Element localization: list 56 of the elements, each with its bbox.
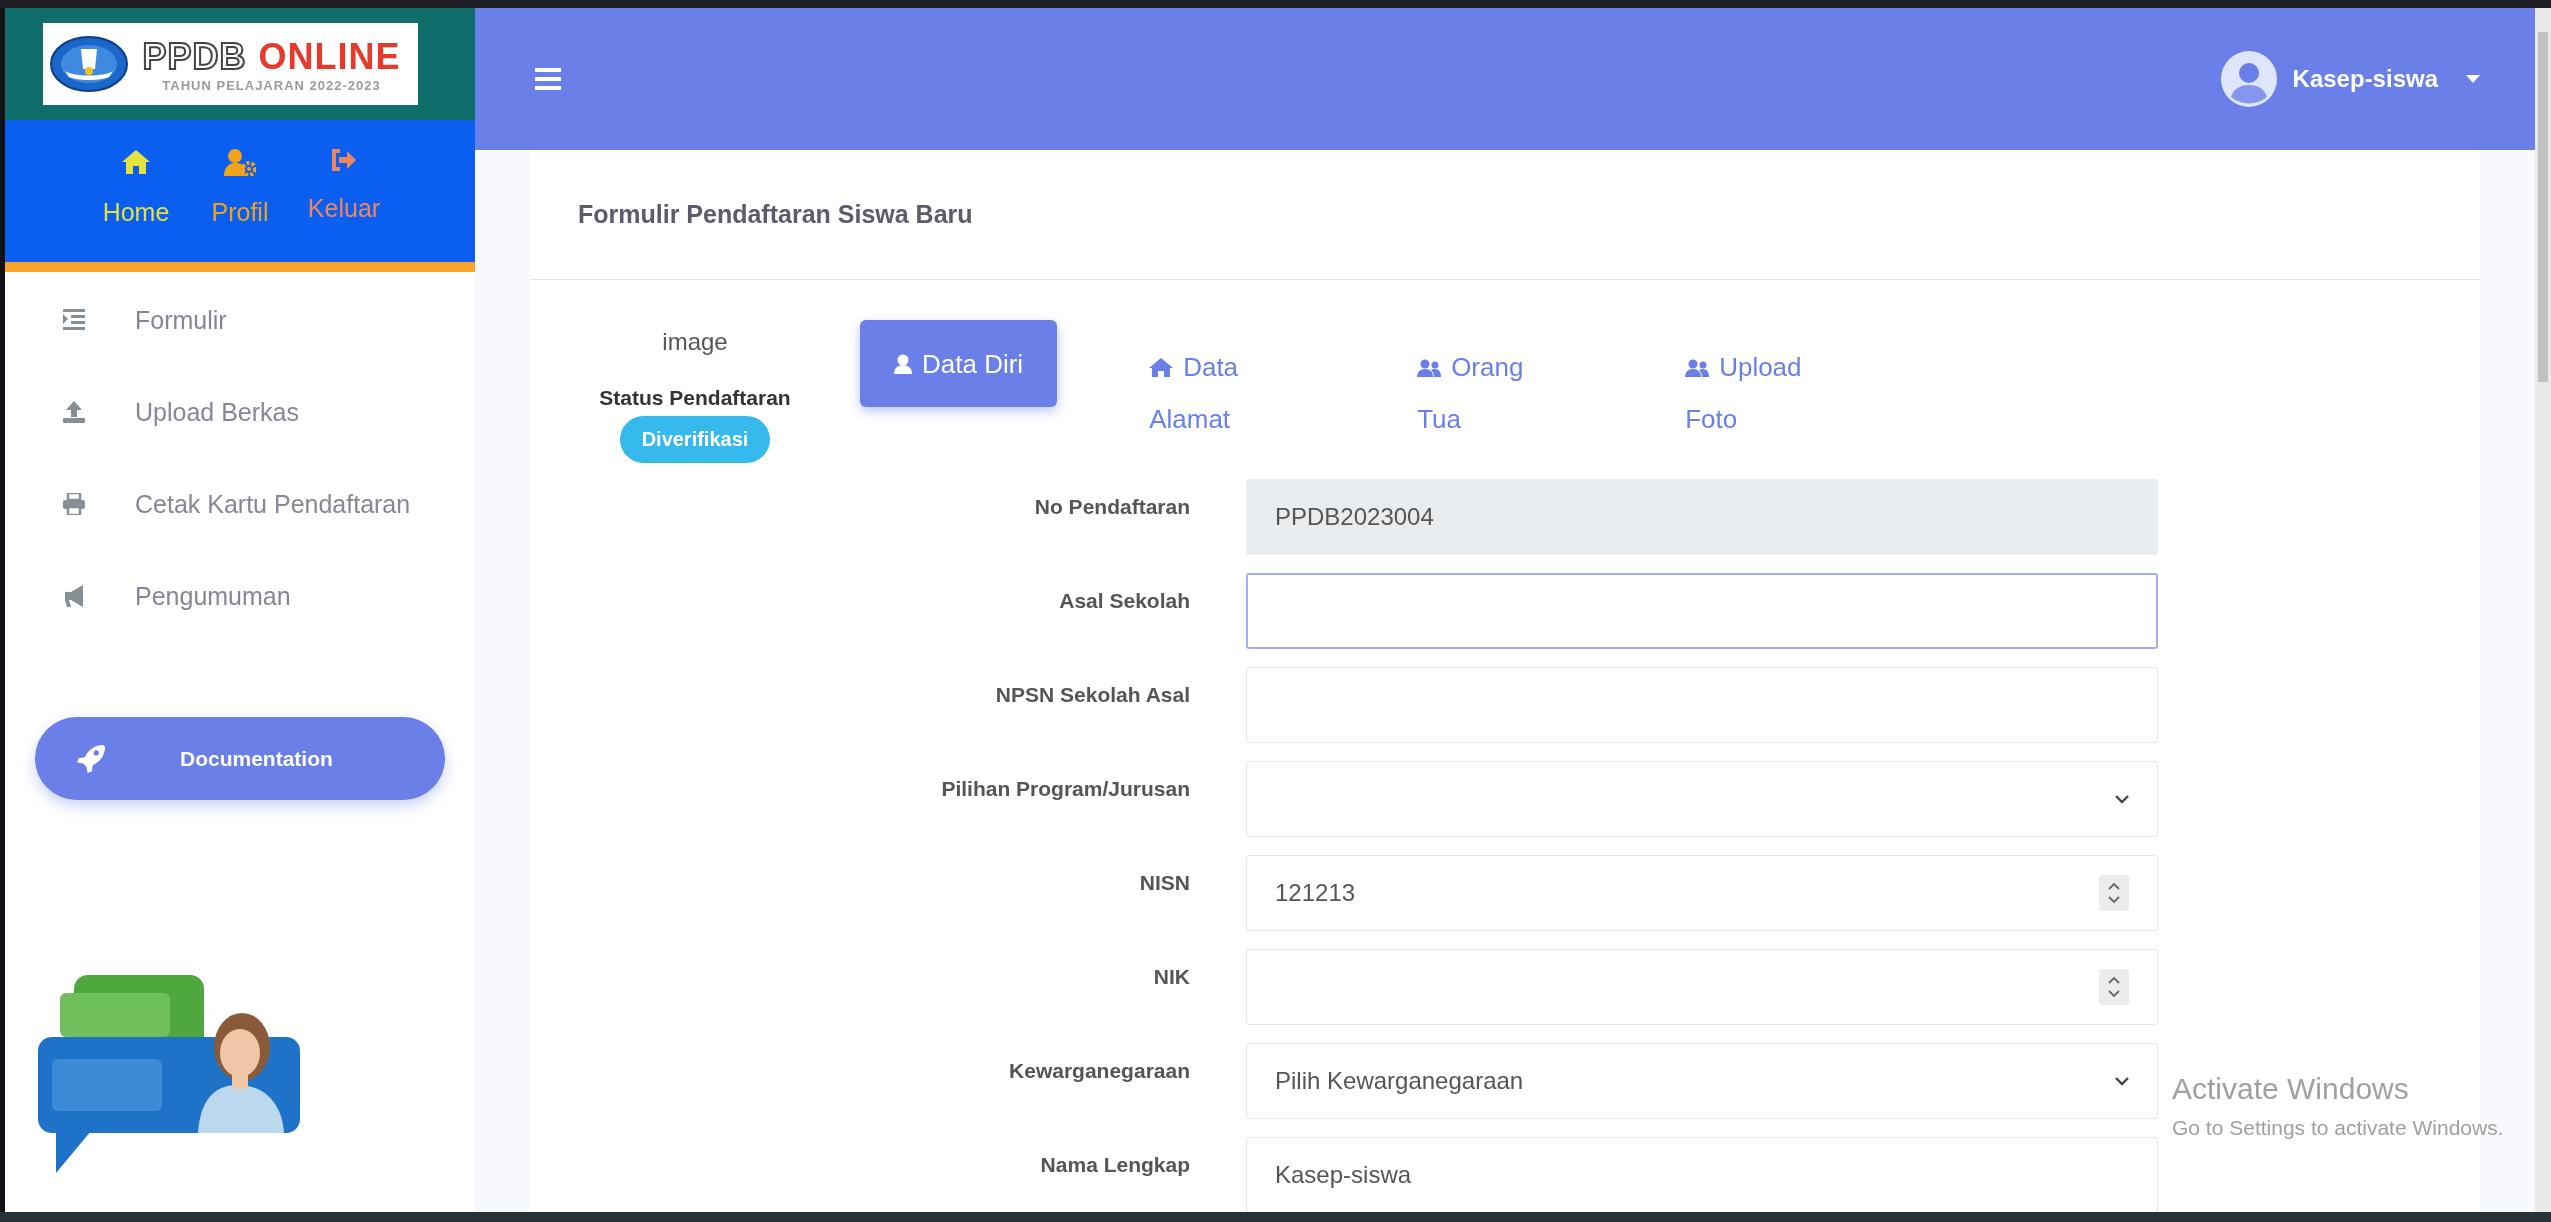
field-label: Pilihan Program/Jurusan (940, 776, 1190, 802)
input-field[interactable]: Kasep-siswa (1246, 1137, 2158, 1212)
card-title: Formulir Pendaftaran Siswa Baru (530, 150, 2480, 280)
users-icon (1417, 359, 1442, 377)
status-label: Status Pendaftaran (599, 386, 791, 410)
logo-subtitle: TAHUN PELAJARAN 2022-2023 (162, 77, 381, 93)
number-field[interactable] (1246, 949, 2158, 1025)
field-label: Kewarganegaraan (1008, 1058, 1190, 1084)
logo[interactable]: PPDB ONLINE TAHUN PELAJARAN 2022-2023 (42, 23, 418, 105)
sidebar-item[interactable]: Formulir (5, 274, 475, 366)
tab[interactable]: Orang Tua (1417, 341, 1558, 445)
activation-notice-text: Go to Settings to activate Windows. (2172, 1116, 2504, 1140)
chevron-down-icon (2115, 794, 2129, 804)
avatar-icon[interactable] (2220, 51, 2277, 107)
menu-icon[interactable] (535, 68, 561, 90)
user-icon (894, 353, 912, 374)
field-label: NIK (1152, 964, 1190, 990)
field-label: No Pendaftaran (1033, 494, 1190, 520)
nav-link[interactable]: Keluar (299, 120, 389, 262)
nav-link[interactable]: Profil (195, 120, 285, 262)
documentation-button[interactable]: Documentation (35, 717, 445, 800)
field-label: Asal Sekolah (1058, 588, 1190, 614)
field-label: Nama Lengkap (1039, 1152, 1190, 1178)
scrollbar[interactable] (2535, 8, 2551, 1212)
image-alt-text: image (662, 328, 728, 356)
field-label: NPSN Sekolah Asal (994, 682, 1190, 708)
rocket-icon (77, 744, 105, 773)
printer-icon (63, 493, 85, 515)
list-icon (63, 309, 85, 331)
sidebar-item[interactable]: Cetak Kartu Pendaftaran (5, 458, 475, 550)
input-field[interactable] (1246, 573, 2158, 649)
number-field[interactable]: 121213 (1246, 855, 2158, 931)
field-label: NISN (1138, 870, 1190, 896)
emblem-icon (48, 35, 129, 93)
tab[interactable]: Data Diri (860, 320, 1058, 407)
chevron-down-icon (2115, 1076, 2129, 1086)
logo-title: PPDB (142, 35, 247, 78)
tab[interactable]: Upload Foto (1685, 341, 1826, 445)
upload-icon (63, 401, 85, 423)
status-badge: Diverifikasi (619, 416, 771, 463)
select-field[interactable] (1246, 761, 2158, 837)
nav-link[interactable]: Home (91, 120, 181, 262)
spinner-icon (2099, 875, 2129, 911)
logo-title: ONLINE (258, 35, 401, 78)
sidebar-item[interactable]: Pengumuman (5, 550, 475, 642)
user-name[interactable]: Kasep-siswa (2292, 65, 2438, 93)
tab[interactable]: Data Alamat (1149, 341, 1290, 445)
home-icon (1149, 357, 1174, 377)
sidebar-item[interactable]: Upload Berkas (5, 366, 475, 458)
megaphone-icon (63, 585, 85, 607)
users-icon (1685, 359, 1710, 377)
select-field[interactable]: Pilih Kewarganegaraan (1246, 1043, 2158, 1119)
spinner-icon (2099, 969, 2129, 1005)
input-field[interactable]: PPDB2023004 (1246, 479, 2158, 555)
caret-icon[interactable] (2466, 75, 2480, 83)
activation-notice-title: Activate Windows (2172, 1072, 2410, 1106)
